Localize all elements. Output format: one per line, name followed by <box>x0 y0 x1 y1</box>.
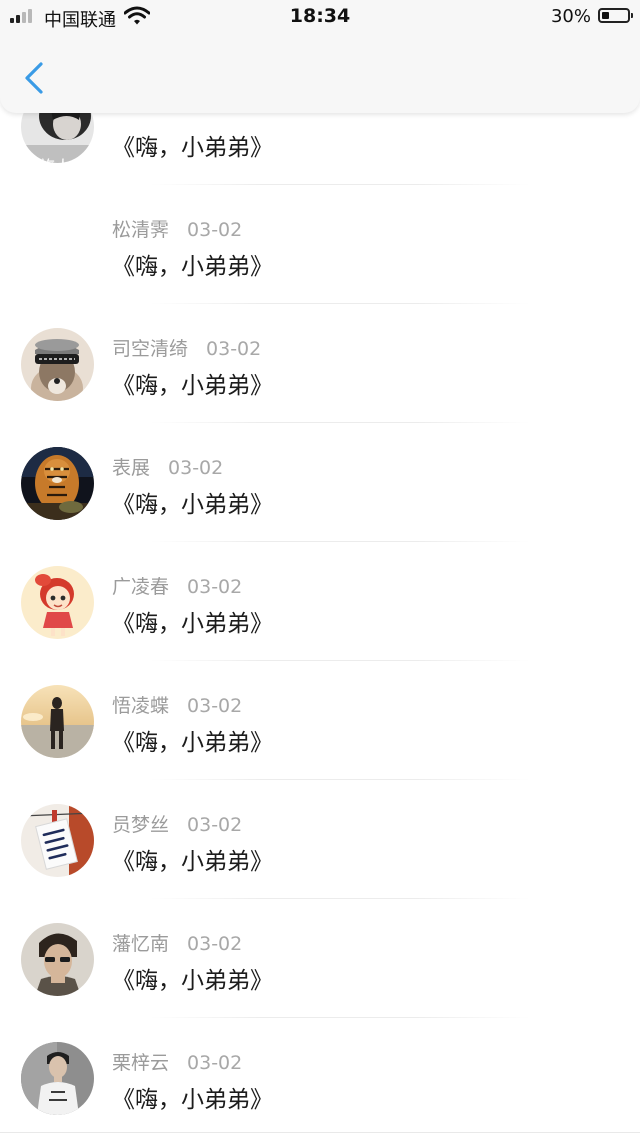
avatar[interactable] <box>21 566 94 639</box>
avatar[interactable] <box>21 447 94 520</box>
comment-date: 03-02 <box>187 933 243 955</box>
comment-meta: 广凌春 03-02 <box>112 572 242 599</box>
comment-meta: 司空清绮 03-02 <box>112 334 261 361</box>
comment-text: 《嗨，小弟弟》 <box>112 968 273 994</box>
list-item[interactable]: 藩忆南 03-02 《嗨，小弟弟》 <box>0 899 640 1018</box>
avatar[interactable] <box>21 328 94 401</box>
avatar[interactable] <box>21 804 94 877</box>
user-name[interactable]: 松清霁 <box>112 219 169 241</box>
user-name[interactable]: 员梦丝 <box>112 814 169 836</box>
user-name[interactable]: 表展 <box>112 457 150 479</box>
list-item[interactable]: 栗梓云 03-02 《嗨，小弟弟》 <box>0 1018 640 1137</box>
list-item[interactable]: 司空清绮 03-02 《嗨，小弟弟》 <box>0 304 640 423</box>
comment-date: 03-02 <box>187 814 243 836</box>
comment-meta: 松清霁 03-02 <box>112 215 242 242</box>
comment-text: 《嗨，小弟弟》 <box>112 492 273 518</box>
list-item[interactable]: 悟凌蝶 03-02 《嗨，小弟弟》 <box>0 661 640 780</box>
list-item[interactable]: 广凌春 03-02 《嗨，小弟弟》 <box>0 542 640 661</box>
user-name[interactable]: 司空清绮 <box>112 338 188 360</box>
comment-text: 《嗨，小弟弟》 <box>112 135 273 161</box>
comment-list[interactable]: 旅人 《嗨，小弟弟》 松清霁 03-02 《嗨，小弟弟》 <box>0 0 640 1139</box>
comment-meta: 员梦丝 03-02 <box>112 810 242 837</box>
battery-percent: 30% <box>550 6 591 27</box>
list-item[interactable]: 表展 03-02 《嗨，小弟弟》 <box>0 423 640 542</box>
user-name[interactable]: 栗梓云 <box>112 1052 169 1074</box>
comment-date: 03-02 <box>168 457 224 479</box>
comment-date: 03-02 <box>187 695 243 717</box>
clock: 18:34 <box>289 5 351 27</box>
comment-date: 03-02 <box>187 1052 243 1074</box>
comment-text: 《嗨，小弟弟》 <box>112 849 273 875</box>
avatar[interactable] <box>21 1042 94 1115</box>
comment-text: 《嗨，小弟弟》 <box>112 254 273 280</box>
avatar[interactable] <box>21 923 94 996</box>
comment-date: 03-02 <box>206 338 262 360</box>
comment-text: 《嗨，小弟弟》 <box>112 611 273 637</box>
comment-date: 03-02 <box>187 219 243 241</box>
comment-date: 03-02 <box>187 576 243 598</box>
status-bar: 中国联通 18:34 30% <box>0 0 640 34</box>
comment-text: 《嗨，小弟弟》 <box>112 730 273 756</box>
comment-meta: 藩忆南 03-02 <box>112 929 242 956</box>
comment-text: 《嗨，小弟弟》 <box>112 373 273 399</box>
avatar[interactable] <box>21 685 94 758</box>
chevron-left-icon <box>25 62 43 94</box>
user-name[interactable]: 悟凌蝶 <box>112 695 169 717</box>
comment-meta: 表展 03-02 <box>112 453 223 480</box>
list-item[interactable]: 员梦丝 03-02 《嗨，小弟弟》 <box>0 780 640 899</box>
user-name[interactable]: 藩忆南 <box>112 933 169 955</box>
battery-icon <box>598 8 633 23</box>
avatar-caption: 旅人 <box>39 157 71 163</box>
list-item[interactable]: 松清霁 03-02 《嗨，小弟弟》 <box>0 185 640 304</box>
comment-meta: 悟凌蝶 03-02 <box>112 691 242 718</box>
comment-meta: 栗梓云 03-02 <box>112 1048 242 1075</box>
user-name[interactable]: 广凌春 <box>112 576 169 598</box>
back-button[interactable] <box>14 56 58 100</box>
comment-text: 《嗨，小弟弟》 <box>112 1087 273 1113</box>
